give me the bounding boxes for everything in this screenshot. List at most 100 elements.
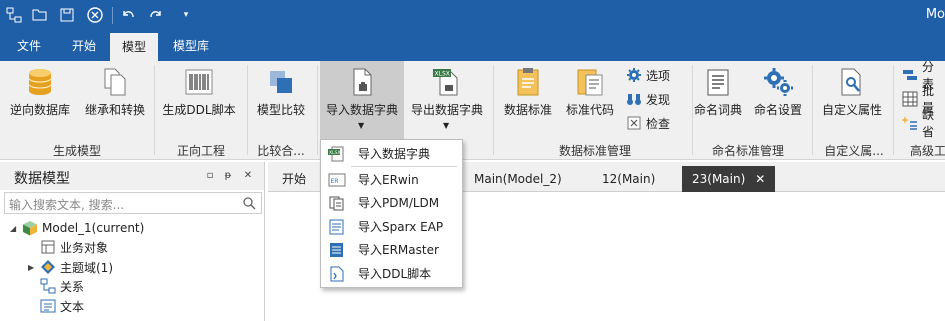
- doc-tab-main-model2[interactable]: Main(Model_2): [474, 166, 562, 192]
- naming-settings-button[interactable]: 命名设置: [748, 61, 808, 141]
- custom-attribute-button[interactable]: 自定义属性: [816, 61, 888, 141]
- menu-item-label: 导入ERMaster: [358, 243, 439, 257]
- group-label-compare: 比较合...: [257, 144, 305, 158]
- tree-node-relations[interactable]: 关系: [40, 276, 84, 296]
- custom-attribute-label: 自定义属性: [821, 103, 882, 117]
- doc-tab-23-main[interactable]: 23(Main) ✕: [682, 166, 776, 192]
- check-button[interactable]: 检查: [626, 112, 670, 134]
- tab-model-library[interactable]: 模型库: [163, 31, 219, 61]
- tree-label: 关系: [60, 279, 85, 294]
- inherit-convert-label: 继承和转换: [84, 103, 145, 117]
- business-object-icon: [40, 239, 56, 255]
- menu-item-label: 导入DDL脚本: [358, 267, 432, 281]
- tree-node-business-objects[interactable]: 业务对象: [40, 237, 108, 257]
- redo-icon[interactable]: [146, 5, 166, 25]
- erwin-icon: ER: [328, 172, 346, 188]
- close-icon[interactable]: ✕: [242, 170, 254, 182]
- sparkle-list-icon: [901, 115, 918, 131]
- ddl-script-icon: [328, 266, 346, 282]
- tab-model[interactable]: 模型: [110, 33, 158, 61]
- generate-ddl-button[interactable]: 生成DDL脚本: [158, 61, 240, 141]
- import-dropdown-menu: XLSX 导入数据字典 ER 导入ERwin 导入PDM/LDM 导入Sparx…: [320, 139, 463, 288]
- dictionary-icon: [702, 66, 734, 98]
- close-circle-icon[interactable]: [85, 5, 105, 25]
- expanded-arrow-icon[interactable]: ◢: [10, 224, 20, 233]
- ribbon-separator: [812, 65, 813, 155]
- options-label: 选项: [646, 68, 671, 83]
- save-icon[interactable]: [57, 5, 77, 25]
- tree-node-text[interactable]: 文本: [40, 296, 84, 316]
- dropdown-icon[interactable]: ▾: [176, 5, 196, 25]
- sparx-icon: [328, 219, 346, 235]
- search-box[interactable]: 输入搜索文本, 搜索...: [4, 192, 262, 214]
- document-search-icon: [836, 66, 868, 98]
- model-compare-label: 模型比较: [256, 103, 305, 117]
- tab-file[interactable]: 文件: [6, 31, 52, 61]
- subject-area-icon: [40, 259, 56, 275]
- group-label-naming-standard: 命名标准管理: [711, 144, 784, 158]
- tab-start[interactable]: 开始: [60, 31, 108, 61]
- close-tab-icon[interactable]: ✕: [755, 172, 765, 186]
- search-placeholder: 输入搜索文本, 搜索...: [9, 198, 125, 212]
- pin-icon[interactable]: ᵽ: [222, 170, 234, 182]
- group-label-custom-attr: 自定义属...: [824, 144, 884, 158]
- collapsed-arrow-icon[interactable]: ▶: [28, 263, 38, 272]
- import-data-dictionary-button[interactable]: 导入数据字典 ▼: [320, 61, 404, 141]
- standard-code-button[interactable]: 标准代码: [560, 61, 620, 141]
- svg-text:ER: ER: [331, 178, 339, 185]
- documents-icon: [99, 66, 131, 98]
- barcode-icon: [183, 66, 215, 98]
- table-split-icon: [902, 67, 918, 83]
- menu-item-import-dictionary[interactable]: XLSX 导入数据字典: [322, 142, 462, 165]
- chevron-down-icon: ▼: [358, 121, 365, 130]
- checkbox-icon: [626, 115, 642, 131]
- menu-item-import-sparx[interactable]: 导入Sparx EAP: [322, 215, 462, 238]
- model-compare-button[interactable]: 模型比较: [250, 61, 312, 141]
- reverse-database-button[interactable]: 逆向数据库: [4, 61, 76, 141]
- options-button[interactable]: 选项: [626, 64, 670, 86]
- naming-dictionary-button[interactable]: 命名词典: [688, 61, 748, 141]
- menu-item-import-ermaster[interactable]: 导入ERMaster: [322, 238, 462, 261]
- search-icon[interactable]: [242, 196, 256, 210]
- text-icon: [40, 298, 56, 314]
- group-label-gen-model: 生成模型: [52, 144, 101, 158]
- app-window: ▾ Mo 文件 开始 模型 模型库 逆向数据库 继承和转换 生成DDL脚本 模型…: [0, 0, 945, 321]
- discover-button[interactable]: 发现: [626, 88, 670, 110]
- svg-text:XLSX: XLSX: [329, 150, 341, 156]
- cube-icon: [22, 220, 38, 236]
- data-model-panel: 数据模型 ▫ ᵽ ✕ 输入搜索文本, 搜索... ◢ Model_1(curre…: [0, 162, 265, 321]
- tree-node-model[interactable]: ◢ Model_1(current): [10, 218, 144, 238]
- data-standard-button[interactable]: 数据标准: [498, 61, 558, 141]
- ribbon-tab-bar: 文件 开始 模型 模型库: [0, 31, 945, 61]
- inherit-convert-button[interactable]: 继承和转换: [80, 61, 150, 141]
- ermaster-icon: [328, 242, 346, 258]
- undo-icon[interactable]: [118, 5, 138, 25]
- window-position-icon[interactable]: ▫: [204, 170, 216, 182]
- binoculars-icon: [626, 91, 642, 107]
- title-bar: ▾ Mo: [0, 0, 945, 31]
- menu-separator: [351, 166, 457, 167]
- discover-label: 发现: [646, 92, 671, 107]
- app-title: Mo: [925, 7, 945, 22]
- doc-tab-12-main[interactable]: 12(Main): [602, 166, 655, 192]
- code-list-icon: [574, 66, 606, 98]
- gear-icon: [626, 67, 642, 83]
- open-folder-icon[interactable]: [30, 5, 50, 25]
- check-label: 检查: [646, 116, 671, 131]
- grid-icon: [902, 91, 918, 107]
- compare-icon: [265, 66, 297, 98]
- group-label-data-standard: 数据标准管理: [558, 144, 631, 158]
- ribbon-separator: [317, 65, 318, 155]
- xlsx-export-icon: XLSX: [431, 66, 463, 98]
- export-data-dictionary-button[interactable]: XLSX 导出数据字典 ▼: [406, 61, 488, 141]
- doc-tab-start[interactable]: 开始: [282, 166, 306, 192]
- group-label-forward-eng: 正向工程: [176, 144, 225, 158]
- standard-code-label: 标准代码: [565, 103, 614, 117]
- menu-item-import-erwin[interactable]: ER 导入ERwin: [322, 168, 462, 191]
- xlsx-icon: XLSX: [328, 146, 346, 162]
- connect-icon[interactable]: [4, 5, 24, 25]
- menu-item-import-pdm[interactable]: 导入PDM/LDM: [322, 191, 462, 214]
- menu-item-import-ddl[interactable]: 导入DDL脚本: [322, 262, 462, 285]
- tree-node-subject-area[interactable]: ▶ 主题域(1): [28, 257, 113, 277]
- missing-button[interactable]: 缺省: [901, 108, 945, 139]
